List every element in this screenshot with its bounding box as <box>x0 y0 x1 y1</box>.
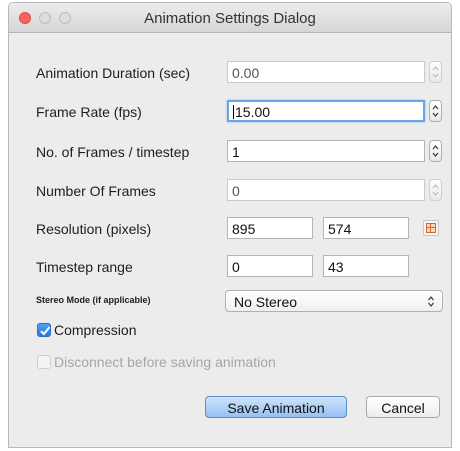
compression-label: Compression <box>54 322 137 338</box>
timestep-start-field[interactable]: 0 <box>227 255 313 277</box>
animation-settings-dialog: Animation Settings Dialog Animation Dura… <box>8 2 452 448</box>
resolution-width-field[interactable]: 895 <box>227 217 313 239</box>
cancel-button[interactable]: Cancel <box>366 396 440 418</box>
frame-rate-label: Frame Rate (fps) <box>36 104 142 120</box>
number-of-frames-stepper[interactable] <box>429 179 442 201</box>
frame-rate-stepper[interactable] <box>429 100 442 122</box>
window-title: Animation Settings Dialog <box>144 10 316 27</box>
duration-field[interactable]: 0.00 <box>227 61 425 83</box>
number-of-frames-label: Number Of Frames <box>36 183 156 199</box>
frames-per-timestep-label: No. of Frames / timestep <box>36 144 190 160</box>
screen-size-icon[interactable] <box>423 220 439 236</box>
compression-checkbox[interactable] <box>37 323 51 337</box>
disconnect-label: Disconnect before saving animation <box>54 354 276 370</box>
frame-rate-field[interactable]: 15.00 <box>227 100 425 122</box>
stereo-mode-label: Stereo Mode (if applicable) <box>36 295 151 305</box>
frames-per-timestep-stepper[interactable] <box>429 140 442 162</box>
resolution-height-field[interactable]: 574 <box>323 217 409 239</box>
chevron-up-down-icon <box>427 295 435 311</box>
stereo-mode-select[interactable]: No Stereo <box>225 290 443 312</box>
frames-per-timestep-field[interactable]: 1 <box>227 140 425 162</box>
text-caret <box>233 105 234 119</box>
frame-rate-value: 15.00 <box>235 104 271 120</box>
checkmark-icon <box>40 326 51 336</box>
duration-stepper[interactable] <box>429 61 442 83</box>
number-of-frames-field[interactable]: 0 <box>227 179 425 201</box>
duration-label: Animation Duration (sec) <box>36 65 191 81</box>
resolution-label: Resolution (pixels) <box>36 221 152 237</box>
disconnect-checkbox[interactable] <box>37 355 51 369</box>
save-animation-button[interactable]: Save Animation <box>205 396 347 418</box>
stereo-mode-value: No Stereo <box>234 294 298 310</box>
title-bar[interactable]: Animation Settings Dialog <box>9 3 451 33</box>
timestep-end-field[interactable]: 43 <box>323 255 409 277</box>
timestep-range-label: Timestep range <box>36 259 133 275</box>
